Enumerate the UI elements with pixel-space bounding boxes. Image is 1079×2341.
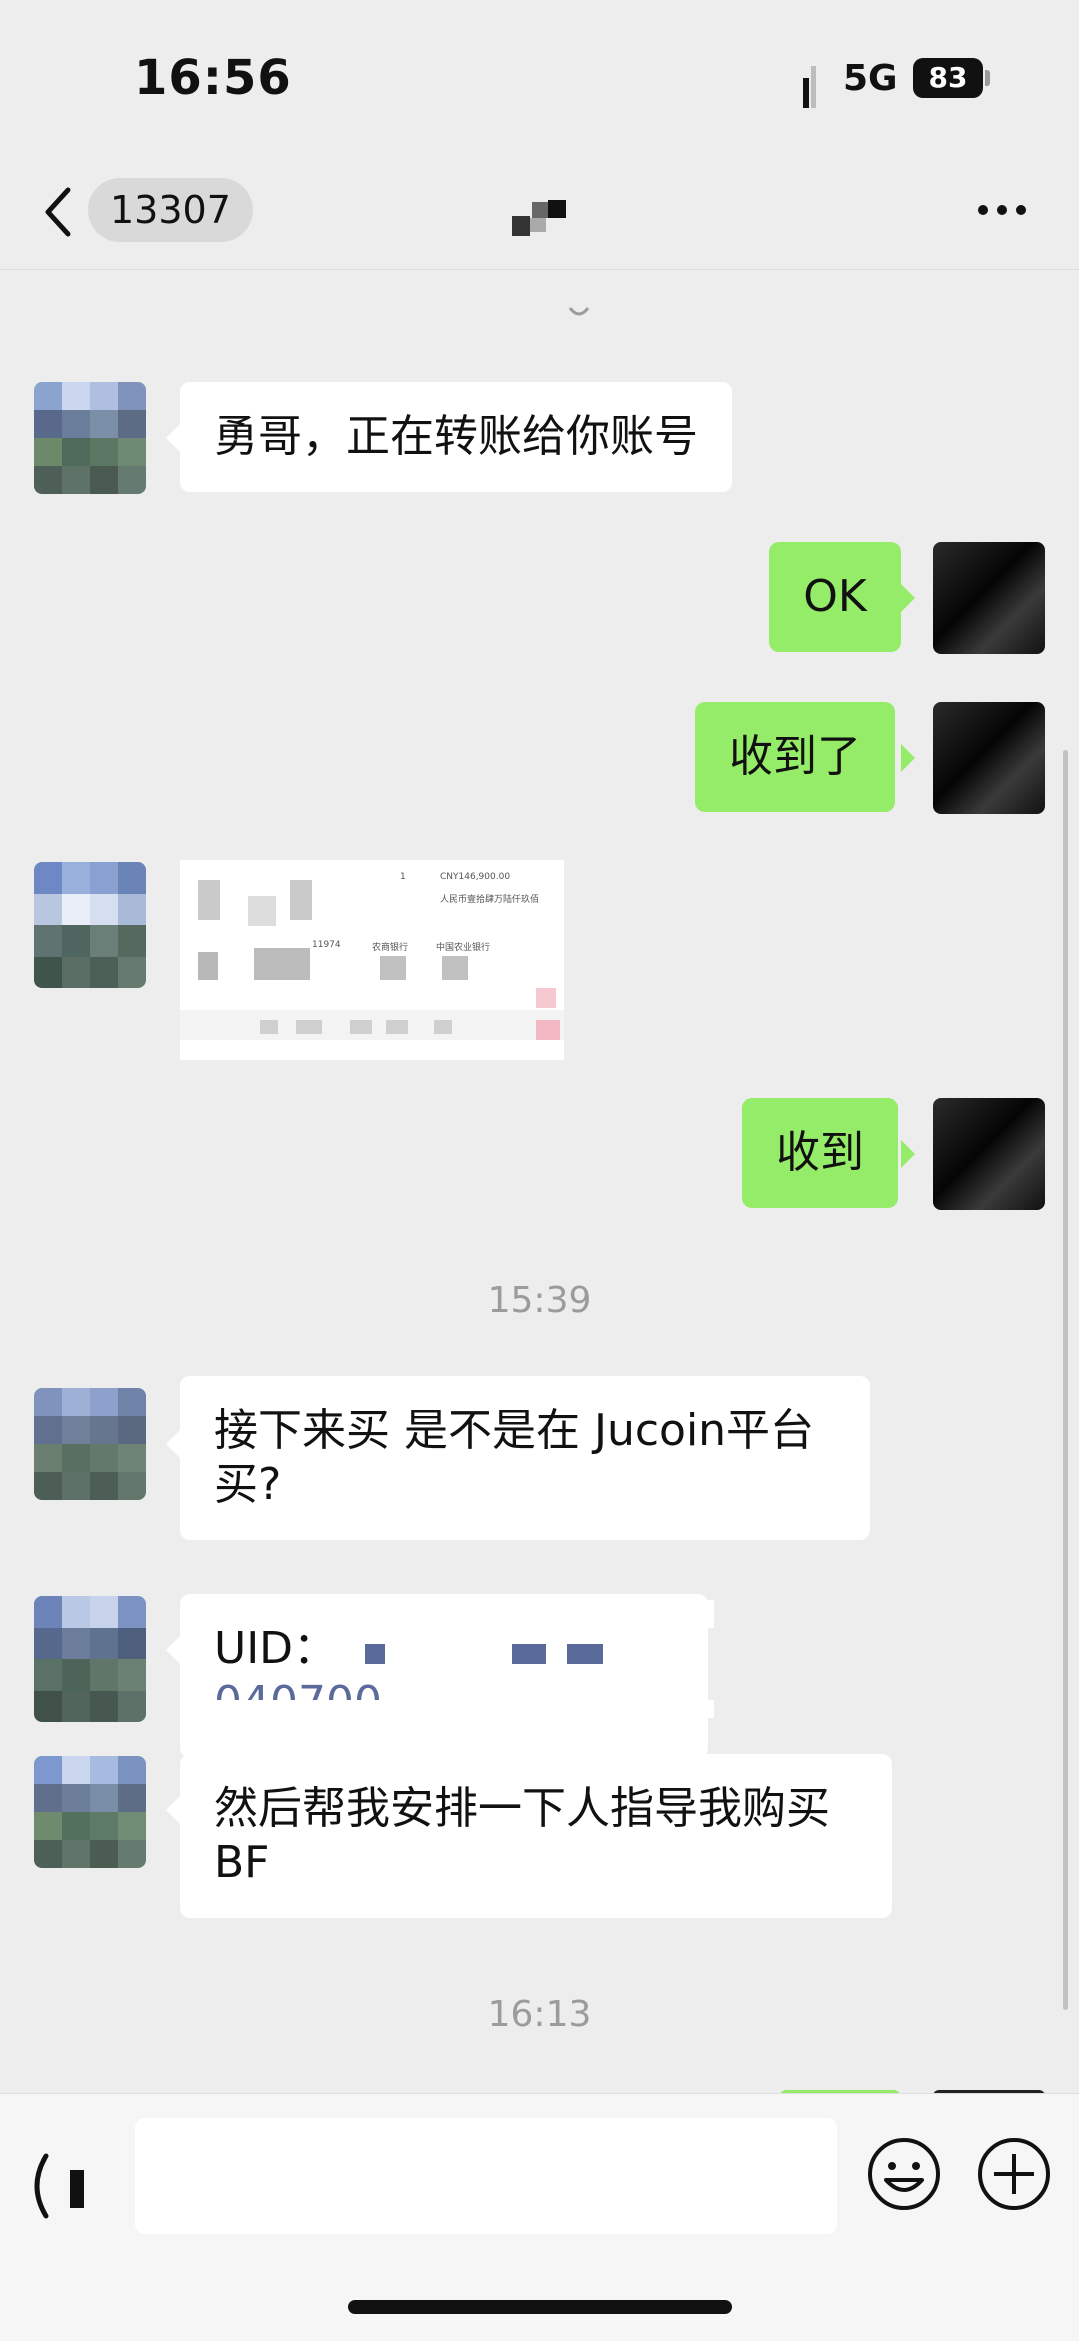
message-bubble[interactable]: OK [769,542,901,652]
chat-header: 13307 [0,150,1079,270]
partial-icon [568,307,590,316]
redaction-mark [567,1644,603,1664]
scrollbar[interactable] [1063,750,1068,2010]
avatar[interactable] [933,1098,1045,1210]
more-icon[interactable] [975,202,1029,218]
redaction-mark [365,1644,385,1664]
message-bubble[interactable]: 收到了 [695,702,895,812]
battery-cap [985,70,990,86]
home-indicator[interactable] [348,2300,732,2314]
avatar[interactable] [34,382,146,494]
status-time: 16:56 [134,50,292,106]
battery-icon: 83 [913,58,983,98]
timestamp: 15:39 [487,1280,592,1321]
emoji-icon[interactable] [866,2136,942,2212]
message-bubble[interactable]: 然后帮我安排一下人指导我购买BF [180,1754,892,1918]
avatar[interactable] [933,542,1045,654]
plus-icon[interactable] [976,2136,1052,2212]
message-input[interactable] [135,2118,837,2234]
back-unread-count[interactable]: 13307 [88,178,253,242]
redaction-mark [512,1644,546,1664]
avatar[interactable] [933,702,1045,814]
image-message[interactable]: 1 CNY146,900.00 人民币壹拾肆万陆仟玖佰 11974 农商银行 中… [180,860,564,1060]
chevron-left-icon[interactable] [38,182,78,242]
status-bar: 16:56 5G 83 [0,0,1079,150]
avatar[interactable] [34,1756,146,1868]
avatar[interactable] [34,862,146,988]
avatar[interactable] [34,1388,146,1500]
voice-icon[interactable] [26,2146,96,2226]
signal-icon [803,62,817,108]
uid-prefix: UID： [214,1623,338,1674]
message-bubble[interactable]: 收到 [742,1098,898,1208]
network-label: 5G [843,58,898,99]
message-bubble[interactable]: 接下来买 是不是在 Jucoin平台买? [180,1376,870,1540]
timestamp: 16:13 [487,1994,592,2035]
avatar[interactable] [34,1596,146,1722]
message-bubble[interactable]: 勇哥，正在转账给你账号 [180,382,732,492]
contact-name-redacted [512,200,566,236]
